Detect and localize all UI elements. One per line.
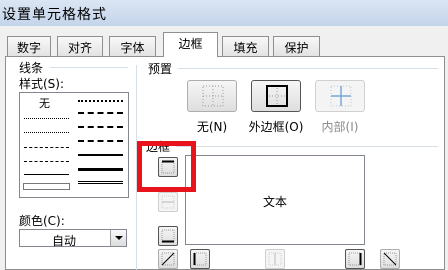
title-bar[interactable]: 设置单元格格式	[0, 0, 448, 26]
preset-none-button[interactable]	[187, 80, 237, 112]
preset-inside-label: 内部(I)	[321, 120, 359, 134]
preview-text: 文本	[262, 195, 287, 209]
border-top-button[interactable]	[158, 157, 178, 177]
border-inside-vertical-icon	[268, 252, 282, 266]
tab-font[interactable]: 字体	[109, 36, 156, 56]
line-style-double[interactable]	[78, 181, 123, 184]
border-diagonal-up-button[interactable]	[158, 249, 178, 269]
border-top-icon	[161, 160, 175, 174]
line-style-list[interactable]: 无	[19, 92, 129, 198]
preset-none-label: 无(N)	[196, 120, 228, 134]
color-select-value: 自动	[51, 234, 76, 248]
tab-border[interactable]: 边框	[163, 32, 218, 57]
line-style-hairline[interactable]	[24, 118, 69, 119]
border-inside-horizontal-icon	[161, 195, 175, 209]
line-style-thin[interactable]	[24, 174, 69, 175]
border-bottom-button[interactable]	[158, 226, 178, 246]
border-group-divider	[176, 146, 438, 147]
line-style-medium[interactable]	[78, 154, 123, 156]
border-right-button[interactable]	[345, 249, 365, 269]
border-right-icon	[348, 252, 362, 266]
diagonal-down-icon	[383, 252, 397, 266]
line-style-dash-dot-dot[interactable]	[24, 147, 69, 148]
chevron-down-icon[interactable]	[110, 230, 126, 246]
border-preview[interactable]: 文本	[185, 155, 365, 245]
line-style-slanted-dash[interactable]	[78, 140, 123, 142]
border-diagonal-down-button[interactable]	[380, 249, 400, 269]
line-style-medium-dash[interactable]	[78, 112, 123, 114]
line-style-dash-dot[interactable]	[24, 161, 69, 162]
color-select[interactable]: 自动	[19, 229, 127, 248]
border-bottom-icon	[161, 229, 175, 243]
line-group-label: 线条	[19, 61, 44, 75]
line-style-none[interactable]: 无	[39, 95, 50, 111]
preset-outline-icon	[266, 85, 288, 107]
preset-outline-button[interactable]	[251, 80, 301, 112]
tab-fill[interactable]: 填充	[222, 36, 269, 56]
presets-group-divider	[178, 68, 438, 69]
window-title: 设置单元格格式	[2, 7, 107, 23]
border-inside-horizontal-button[interactable]	[158, 192, 178, 212]
tab-number[interactable]: 数字	[7, 36, 51, 56]
border-group-label: 边框	[146, 140, 171, 154]
tab-protection[interactable]: 保护	[273, 36, 320, 56]
tab-alignment[interactable]: 对齐	[57, 36, 103, 56]
diagonal-up-icon	[161, 252, 175, 266]
border-left-button[interactable]	[190, 249, 210, 269]
line-style-medium-dash-dot-dot[interactable]	[78, 100, 123, 102]
line-style-thick[interactable]	[78, 168, 123, 171]
preset-none-icon	[202, 85, 224, 107]
line-group-divider	[50, 67, 128, 68]
preset-inside-icon	[330, 85, 352, 107]
style-label: 样式(S):	[19, 77, 65, 91]
preset-outline-label: 外边框(O)	[248, 120, 304, 134]
border-left-icon	[193, 252, 207, 266]
presets-group-label: 预置	[148, 62, 173, 76]
preset-inside-button[interactable]	[315, 80, 365, 112]
color-label: 颜色(C):	[19, 214, 65, 228]
line-style-medium-dash-dot[interactable]	[78, 126, 123, 128]
line-style-selected-box[interactable]	[23, 183, 70, 190]
section-divider	[136, 65, 137, 270]
border-inside-vertical-button[interactable]	[265, 249, 285, 269]
line-style-dotted[interactable]	[24, 132, 69, 133]
